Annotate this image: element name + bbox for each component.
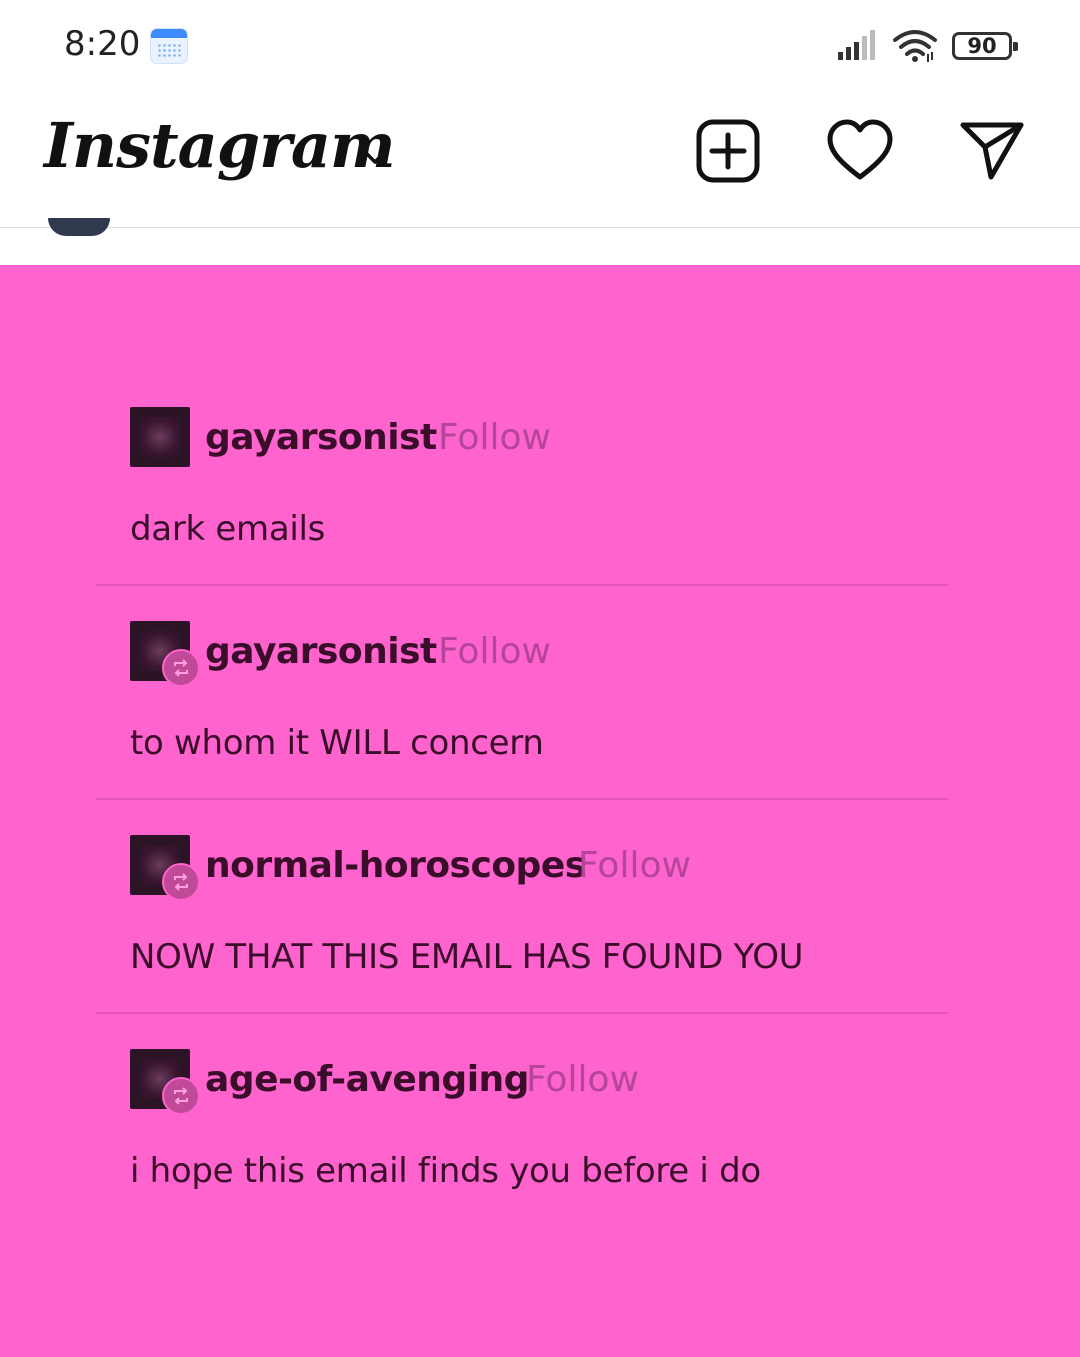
- reblog-icon: [162, 649, 200, 687]
- username[interactable]: gayarsonist: [205, 631, 437, 672]
- divider: [96, 798, 948, 800]
- app-logo[interactable]: Instagram: [44, 109, 396, 182]
- signal-icon: [838, 30, 875, 60]
- username[interactable]: normal-horoscopes: [205, 845, 586, 886]
- clock: 8:20: [64, 24, 141, 64]
- post-text: i hope this email finds you before i do: [130, 1151, 761, 1191]
- post-text: NOW THAT THIS EMAIL HAS FOUND YOU: [130, 937, 804, 977]
- follow-button[interactable]: Follow: [526, 1059, 639, 1100]
- add-post-icon[interactable]: [694, 117, 762, 185]
- divider: [96, 1012, 948, 1014]
- battery-level: 90: [967, 34, 997, 58]
- username[interactable]: gayarsonist: [205, 417, 437, 458]
- heart-icon[interactable]: [826, 117, 894, 185]
- follow-button[interactable]: Follow: [438, 417, 551, 458]
- username[interactable]: age-of-avenging: [205, 1059, 529, 1100]
- battery-indicator: 90: [952, 32, 1018, 60]
- avatar[interactable]: [48, 218, 110, 236]
- post-image[interactable]: gayarsonist Follow dark emails gayarsoni…: [0, 265, 1080, 1357]
- follow-button[interactable]: Follow: [438, 631, 551, 672]
- send-icon[interactable]: [958, 117, 1026, 185]
- reblog-icon: [162, 1077, 200, 1115]
- divider: [96, 584, 948, 586]
- wifi-icon: [893, 30, 937, 62]
- follow-button[interactable]: Follow: [578, 845, 691, 886]
- reblog-icon: [162, 863, 200, 901]
- chevron-down-icon[interactable]: [360, 145, 390, 167]
- post-text: to whom it WILL concern: [130, 723, 544, 763]
- app-header: Instagram: [0, 95, 1080, 228]
- calendar-icon: [150, 28, 188, 64]
- avatar[interactable]: [130, 407, 190, 467]
- post-text: dark emails: [130, 509, 326, 549]
- status-bar: 8:20 90: [0, 0, 1080, 95]
